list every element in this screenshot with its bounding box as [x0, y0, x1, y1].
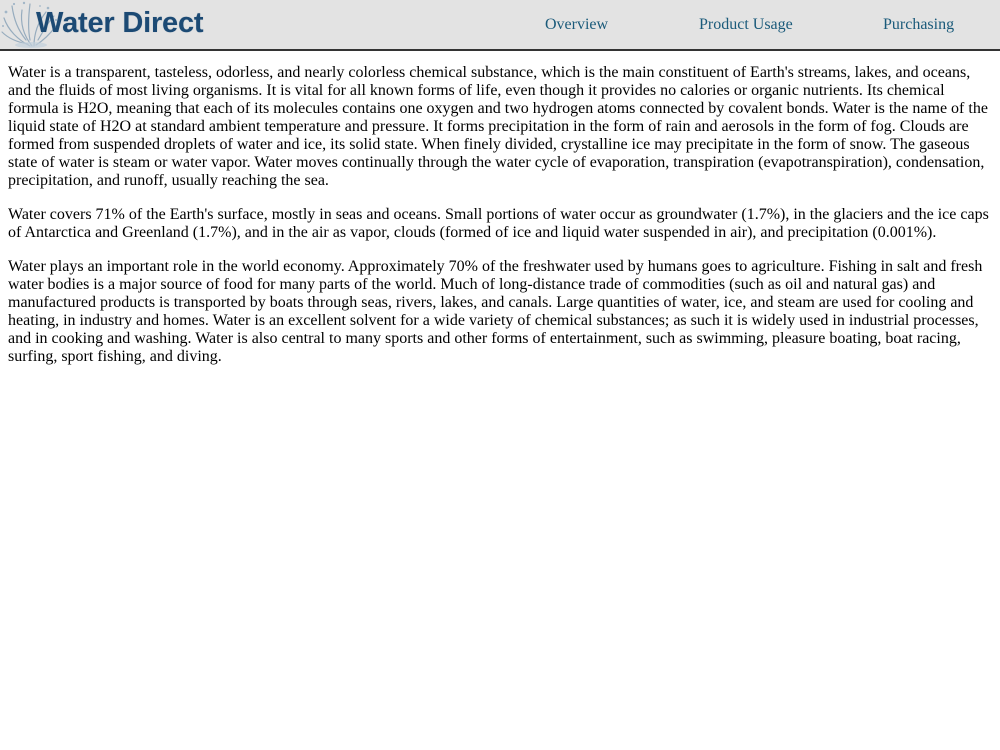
main-content: Water is a transparent, tasteless, odorl… — [8, 64, 992, 382]
nav-link-overview[interactable]: Overview — [545, 15, 608, 35]
site-logo[interactable]: Water Direct — [0, 0, 230, 49]
nav-link-product-usage[interactable]: Product Usage — [699, 15, 793, 35]
site-title: Water Direct — [36, 7, 204, 39]
paragraph-distribution: Water covers 71% of the Earth's surface,… — [8, 206, 989, 241]
paragraph-overview: Water is a transparent, tasteless, odorl… — [8, 64, 988, 189]
paragraph-economy: Water plays an important role in the wor… — [8, 258, 983, 365]
nav-link-purchasing[interactable]: Purchasing — [883, 15, 954, 35]
site-header: Water Direct Overview Product Usage Purc… — [0, 0, 1000, 51]
